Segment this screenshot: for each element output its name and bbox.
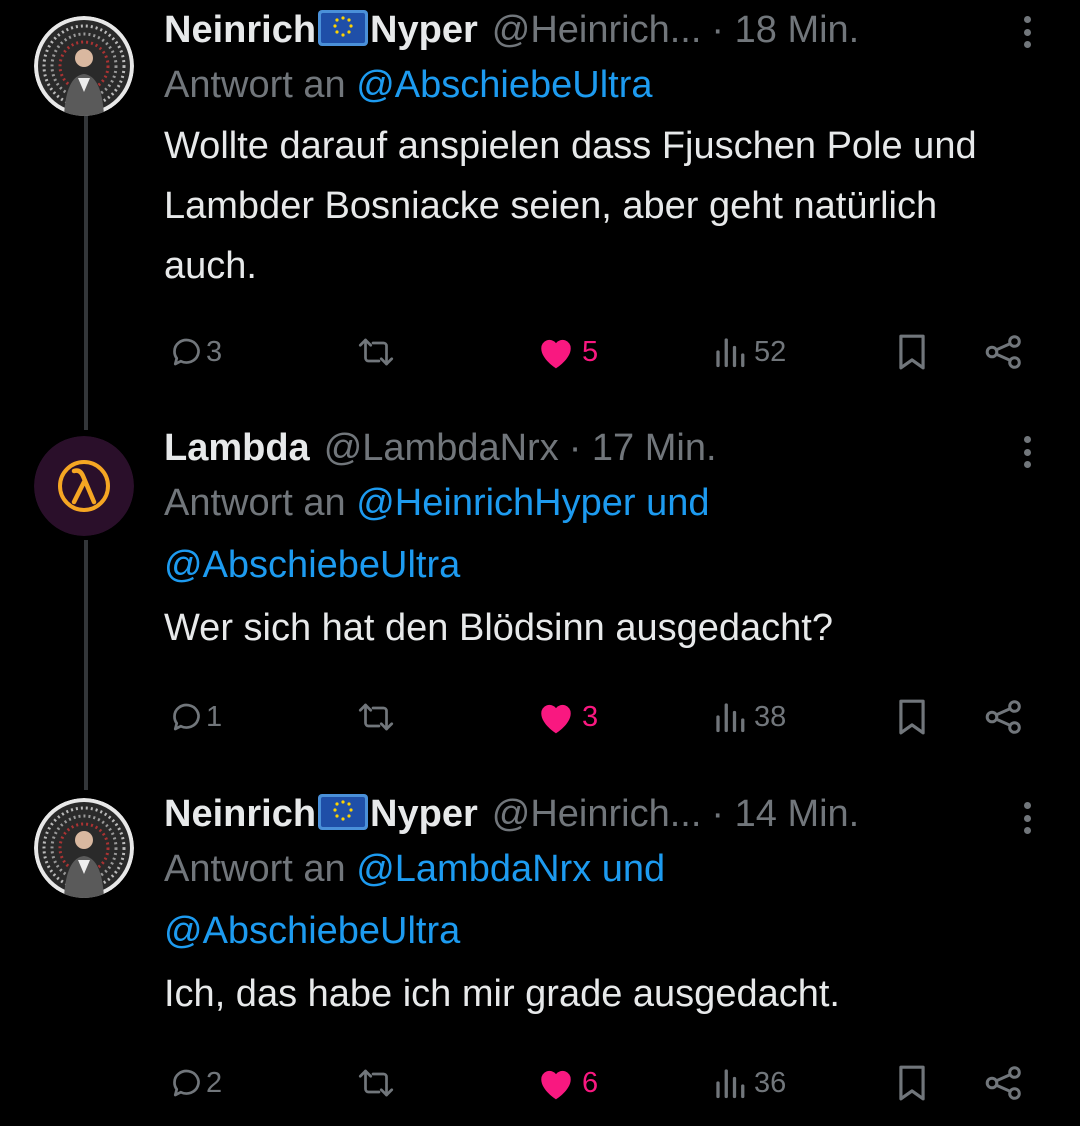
share-button[interactable] xyxy=(984,327,1024,377)
more-icon[interactable] xyxy=(1020,12,1034,52)
like-count: 5 xyxy=(582,335,599,368)
bookmark-icon xyxy=(899,699,925,735)
views-button[interactable]: 38 xyxy=(712,692,786,742)
reply-button[interactable]: 2 xyxy=(170,1058,222,1108)
heart-icon xyxy=(541,1070,571,1100)
bookmark-icon xyxy=(899,1065,925,1101)
eu-flag-icon xyxy=(318,9,369,46)
views-count: 52 xyxy=(754,335,787,368)
reply-prefix: Antwort an xyxy=(164,848,346,890)
eu-flag-icon xyxy=(318,793,369,830)
share-icon xyxy=(985,1066,1021,1100)
display-name-part: Nyper xyxy=(370,792,478,835)
reply-context: Antwort an @AbschiebeUltra xyxy=(164,54,1044,116)
share-button[interactable] xyxy=(984,692,1024,742)
lambda-icon xyxy=(34,436,134,536)
display-name-part: Neinrich xyxy=(164,8,317,51)
avatar[interactable] xyxy=(34,16,134,116)
like-count: 6 xyxy=(582,1066,599,1099)
avatar-dotted-circle-icon xyxy=(34,16,134,116)
display-name-part: Neinrich xyxy=(164,792,317,835)
reply-context: Antwort an @HeinrichHyper und @Abschiebe… xyxy=(164,472,1044,596)
heart-icon xyxy=(541,339,571,369)
reply-count: 2 xyxy=(206,1066,223,1099)
reply-icon xyxy=(173,1069,200,1097)
views-count: 36 xyxy=(754,1066,787,1099)
reply-count: 1 xyxy=(206,700,223,733)
share-icon xyxy=(985,700,1021,734)
retweet-icon xyxy=(358,1069,394,1097)
tweet-text: Ich, das habe ich mir grade ausgedacht. xyxy=(164,973,840,1015)
action-bar: 3 5 52 xyxy=(164,327,1044,377)
share-icon xyxy=(985,335,1021,369)
action-bar: 2 6 36 xyxy=(164,1058,1044,1108)
tweet-text: Wer sich hat den Blödsinn ausgedacht? xyxy=(164,607,833,649)
timestamp[interactable]: · 14 Min. xyxy=(711,793,859,836)
mention-link[interactable]: @AbschiebeUltra xyxy=(164,544,460,586)
reply-icon xyxy=(173,703,200,731)
tweet[interactable]: Neinrich Nyper @Heinrich... · 14 Min. An… xyxy=(0,786,1080,1126)
display-name-part: Nyper xyxy=(370,8,478,51)
mention-link[interactable]: @AbschiebeUltra xyxy=(356,64,652,106)
like-button[interactable]: 5 xyxy=(536,327,598,377)
retweet-button[interactable] xyxy=(356,1058,396,1108)
like-button[interactable]: 6 xyxy=(536,1058,598,1108)
reply-prefix: Antwort an xyxy=(164,482,346,524)
views-count: 38 xyxy=(754,700,787,733)
tweet[interactable]: Lambda @LambdaNrx · 17 Min. Antwort an @… xyxy=(0,418,1080,758)
mention-link[interactable]: @AbschiebeUltra xyxy=(164,910,460,952)
bookmark-button[interactable] xyxy=(894,1058,930,1108)
display-name[interactable]: Lambda xyxy=(164,427,310,470)
timestamp[interactable]: · 17 Min. xyxy=(569,427,717,470)
avatar[interactable] xyxy=(34,798,134,898)
retweet-button[interactable] xyxy=(356,692,396,742)
retweet-icon xyxy=(358,703,394,731)
reply-button[interactable]: 1 xyxy=(170,692,222,742)
bookmark-button[interactable] xyxy=(894,327,930,377)
timestamp[interactable]: · 18 Min. xyxy=(711,9,859,52)
mention-link[interactable]: @HeinrichHyper und xyxy=(356,482,709,524)
tweet[interactable]: Neinrich Nyper @Heinrich... · 18 Min. An… xyxy=(0,0,1080,400)
views-button[interactable]: 36 xyxy=(712,1058,786,1108)
avatar[interactable] xyxy=(34,436,134,536)
retweet-button[interactable] xyxy=(356,327,396,377)
views-icon xyxy=(716,1069,745,1099)
bookmark-icon xyxy=(899,334,925,370)
user-handle[interactable]: @LambdaNrx xyxy=(324,427,559,470)
share-button[interactable] xyxy=(984,1058,1024,1108)
bookmark-button[interactable] xyxy=(894,692,930,742)
more-icon[interactable] xyxy=(1020,798,1034,838)
mention-link[interactable]: @LambdaNrx und xyxy=(356,848,665,890)
display-name[interactable]: Neinrich Nyper xyxy=(164,793,478,836)
reply-count: 3 xyxy=(206,335,223,368)
heart-icon xyxy=(541,704,571,734)
reply-prefix: Antwort an xyxy=(164,64,346,106)
reply-icon xyxy=(173,338,200,366)
display-name[interactable]: Neinrich Nyper xyxy=(164,9,478,52)
action-bar: 1 3 38 xyxy=(164,692,1044,742)
more-icon[interactable] xyxy=(1020,432,1034,472)
reply-button[interactable]: 3 xyxy=(170,327,222,377)
reply-context: Antwort an @LambdaNrx und @AbschiebeUltr… xyxy=(164,838,1044,962)
user-handle[interactable]: @Heinrich... xyxy=(492,9,702,52)
views-icon xyxy=(716,703,745,733)
tweet-text: Wollte darauf anspielen dass Fjuschen Po… xyxy=(164,125,977,287)
views-button[interactable]: 52 xyxy=(712,327,786,377)
avatar-dotted-circle-icon xyxy=(34,798,134,898)
user-handle[interactable]: @Heinrich... xyxy=(492,793,702,836)
retweet-icon xyxy=(358,338,394,366)
like-button[interactable]: 3 xyxy=(536,692,598,742)
like-count: 3 xyxy=(582,700,599,733)
views-icon xyxy=(716,338,745,368)
